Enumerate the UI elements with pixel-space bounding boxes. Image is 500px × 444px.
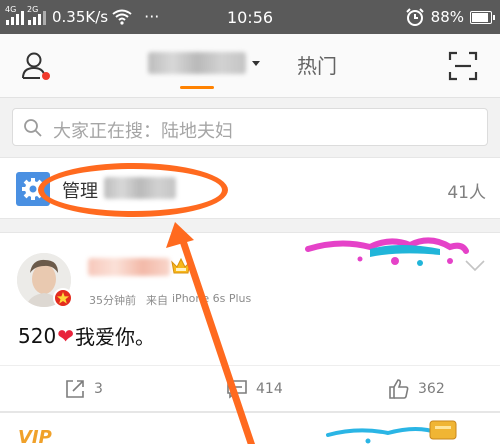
post-text: 520 ❤ 我爱你。 (18, 321, 155, 350)
group-name-blurred (148, 52, 246, 74)
verified-badge-icon (53, 288, 73, 308)
battery-icon (470, 10, 495, 24)
battery-percent: 88% (430, 8, 464, 26)
signal-2g-label: 2G (27, 4, 39, 14)
chevron-down-icon[interactable] (464, 259, 486, 273)
status-right: 88% (405, 7, 495, 27)
comment-button[interactable]: 414 (226, 378, 283, 400)
annotation-circle (38, 163, 228, 217)
post-source-prefix: 来自 (146, 294, 168, 307)
search-placeholder: 大家正在搜：陆地夫妇 (53, 121, 233, 142)
group-manage-row[interactable]: 管理 41人 (0, 157, 500, 219)
profile-icon[interactable] (20, 50, 52, 82)
network-speed: 0.35K/s (52, 7, 109, 26)
thumbs-up-icon (389, 379, 409, 399)
comment-count: 414 (256, 381, 283, 397)
vip-badge: VIP (18, 427, 52, 444)
search-input[interactable]: 大家正在搜：陆地夫妇 (12, 108, 488, 146)
heart-icon: ❤ (57, 323, 74, 348)
alarm-icon (405, 8, 424, 26)
repost-count: 3 (94, 381, 103, 397)
comment-icon (227, 380, 247, 399)
wifi-icon (112, 9, 132, 25)
post-text-suffix: 我爱你。 (74, 325, 155, 349)
active-tab-indicator (180, 86, 214, 89)
search-icon (24, 119, 42, 137)
signal-2g-icon: 2G (27, 5, 46, 25)
repost-button[interactable]: 3 (64, 378, 103, 400)
tab-following-group[interactable] (148, 52, 260, 74)
post-meta: 35分钟前 来自 iPhone 6s Plus (89, 292, 251, 308)
status-left: 4G 2G 0.35K/s ··· (5, 5, 160, 27)
member-count: 41人 (447, 183, 486, 203)
search-area: 大家正在搜：陆地夫妇 (0, 99, 500, 156)
repost-icon (66, 380, 84, 398)
paint-splash-decoration (305, 237, 469, 266)
tab-hot[interactable]: 热门 (297, 50, 337, 79)
battery-fill (472, 12, 488, 22)
crown-icon (171, 257, 191, 274)
post-source: iPhone 6s Plus (172, 292, 252, 305)
decoration-splash (326, 420, 457, 444)
post-time: 35分钟前 (89, 294, 136, 307)
status-bar: 4G 2G 0.35K/s ··· 10:56 88% (0, 0, 500, 34)
post-actions: 3 414 362 (0, 365, 500, 411)
post-card[interactable]: 35分钟前 来自 iPhone 6s Plus 520 ❤ 我爱你。 3 414… (0, 232, 500, 412)
scan-icon[interactable] (448, 51, 478, 81)
top-nav: 热门 (0, 34, 500, 98)
like-count: 362 (418, 381, 445, 397)
dropdown-caret-icon (252, 60, 260, 66)
username-blurred[interactable] (88, 258, 170, 276)
weibo-screen: 4G 2G 0.35K/s ··· 10:56 88% 热门 大家正在搜：陆地夫… (0, 0, 500, 444)
signal-4g-icon: 4G (5, 5, 24, 25)
more-notifications: ··· (144, 7, 160, 26)
next-post-card[interactable]: VIP (0, 412, 500, 444)
signal-4g-label: 4G (5, 4, 17, 14)
like-button[interactable]: 362 (388, 378, 445, 400)
post-text-prefix: 520 (18, 323, 57, 348)
